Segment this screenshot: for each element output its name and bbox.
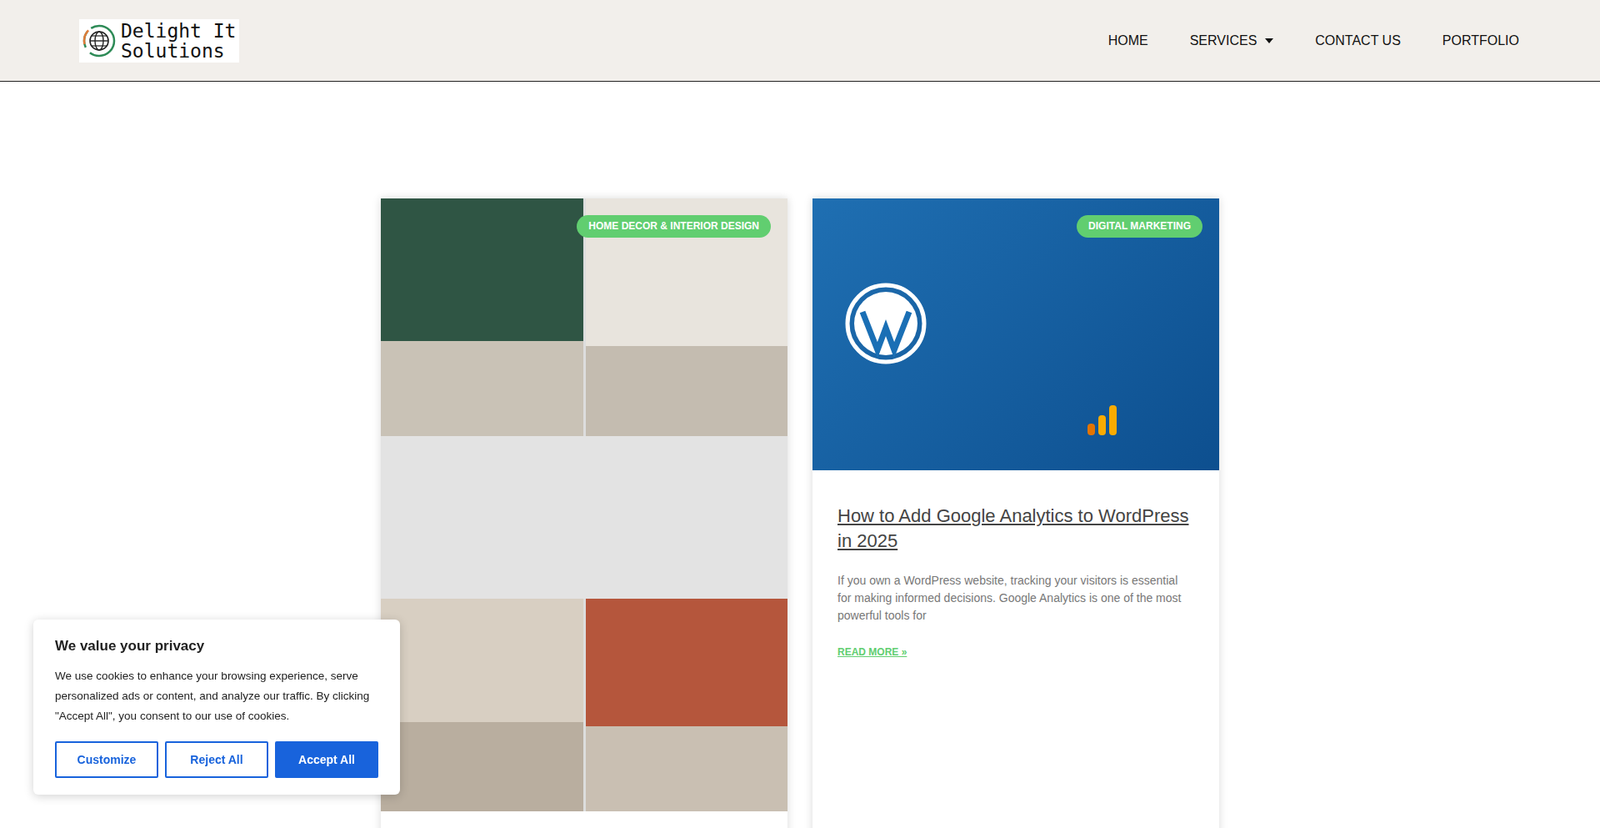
- category-badge[interactable]: HOME DECOR & INTERIOR DESIGN: [576, 215, 771, 238]
- cookie-title: We value your privacy: [55, 637, 379, 655]
- cookie-button[interactable]: Reject All: [165, 740, 269, 778]
- nav-item[interactable]: SERVICES: [1169, 25, 1295, 57]
- post-title[interactable]: How to Add Google Analytics to WordPress…: [837, 503, 1195, 554]
- nav-item[interactable]: PORTFOLIO: [1421, 25, 1540, 57]
- post-thumbnail[interactable]: [380, 198, 788, 811]
- category-badge[interactable]: DIGITAL MARKETING: [1076, 215, 1203, 238]
- cookie-text: We use cookies to enhance your browsing …: [55, 665, 379, 726]
- wordpress-logo-icon: [844, 281, 928, 365]
- globe-icon: [82, 24, 116, 58]
- caret-down-icon: [1265, 38, 1274, 44]
- nav-item[interactable]: CONTACT US: [1294, 25, 1422, 57]
- logo[interactable]: Delight It Solutions: [79, 19, 240, 63]
- site-header: Delight It Solutions HOME SERVICES CONTA…: [0, 0, 1600, 82]
- read-more-link[interactable]: READ MORE »: [837, 645, 907, 658]
- post-card: DIGITAL MARKETING How to Add Google Anal…: [812, 198, 1220, 828]
- page: Delight It Solutions HOME SERVICES CONTA…: [0, 0, 1600, 828]
- analytics-logo-icon: [1085, 403, 1120, 437]
- post-body: How to Add Google Analytics to WordPress…: [812, 470, 1220, 684]
- nav-item[interactable]: HOME: [1087, 25, 1170, 57]
- main-nav: HOME SERVICES CONTACT US PORTFOLIO: [1087, 25, 1540, 57]
- logo-text: Delight It Solutions: [120, 20, 236, 61]
- cookie-banner: We value your privacy We use cookies to …: [33, 619, 400, 795]
- post-thumbnail[interactable]: [812, 198, 1220, 470]
- post-card: HOME DECOR & INTERIOR DESIGN: [380, 198, 788, 828]
- post-excerpt: If you own a WordPress website, tracking…: [837, 571, 1195, 625]
- post-grid: HOME DECOR & INTERIOR DESIGN DIGITAL MAR…: [380, 198, 1220, 828]
- cookie-buttons: CustomizeReject AllAccept All: [55, 740, 379, 778]
- cookie-button[interactable]: Accept All: [275, 740, 379, 778]
- cookie-button[interactable]: Customize: [55, 740, 159, 778]
